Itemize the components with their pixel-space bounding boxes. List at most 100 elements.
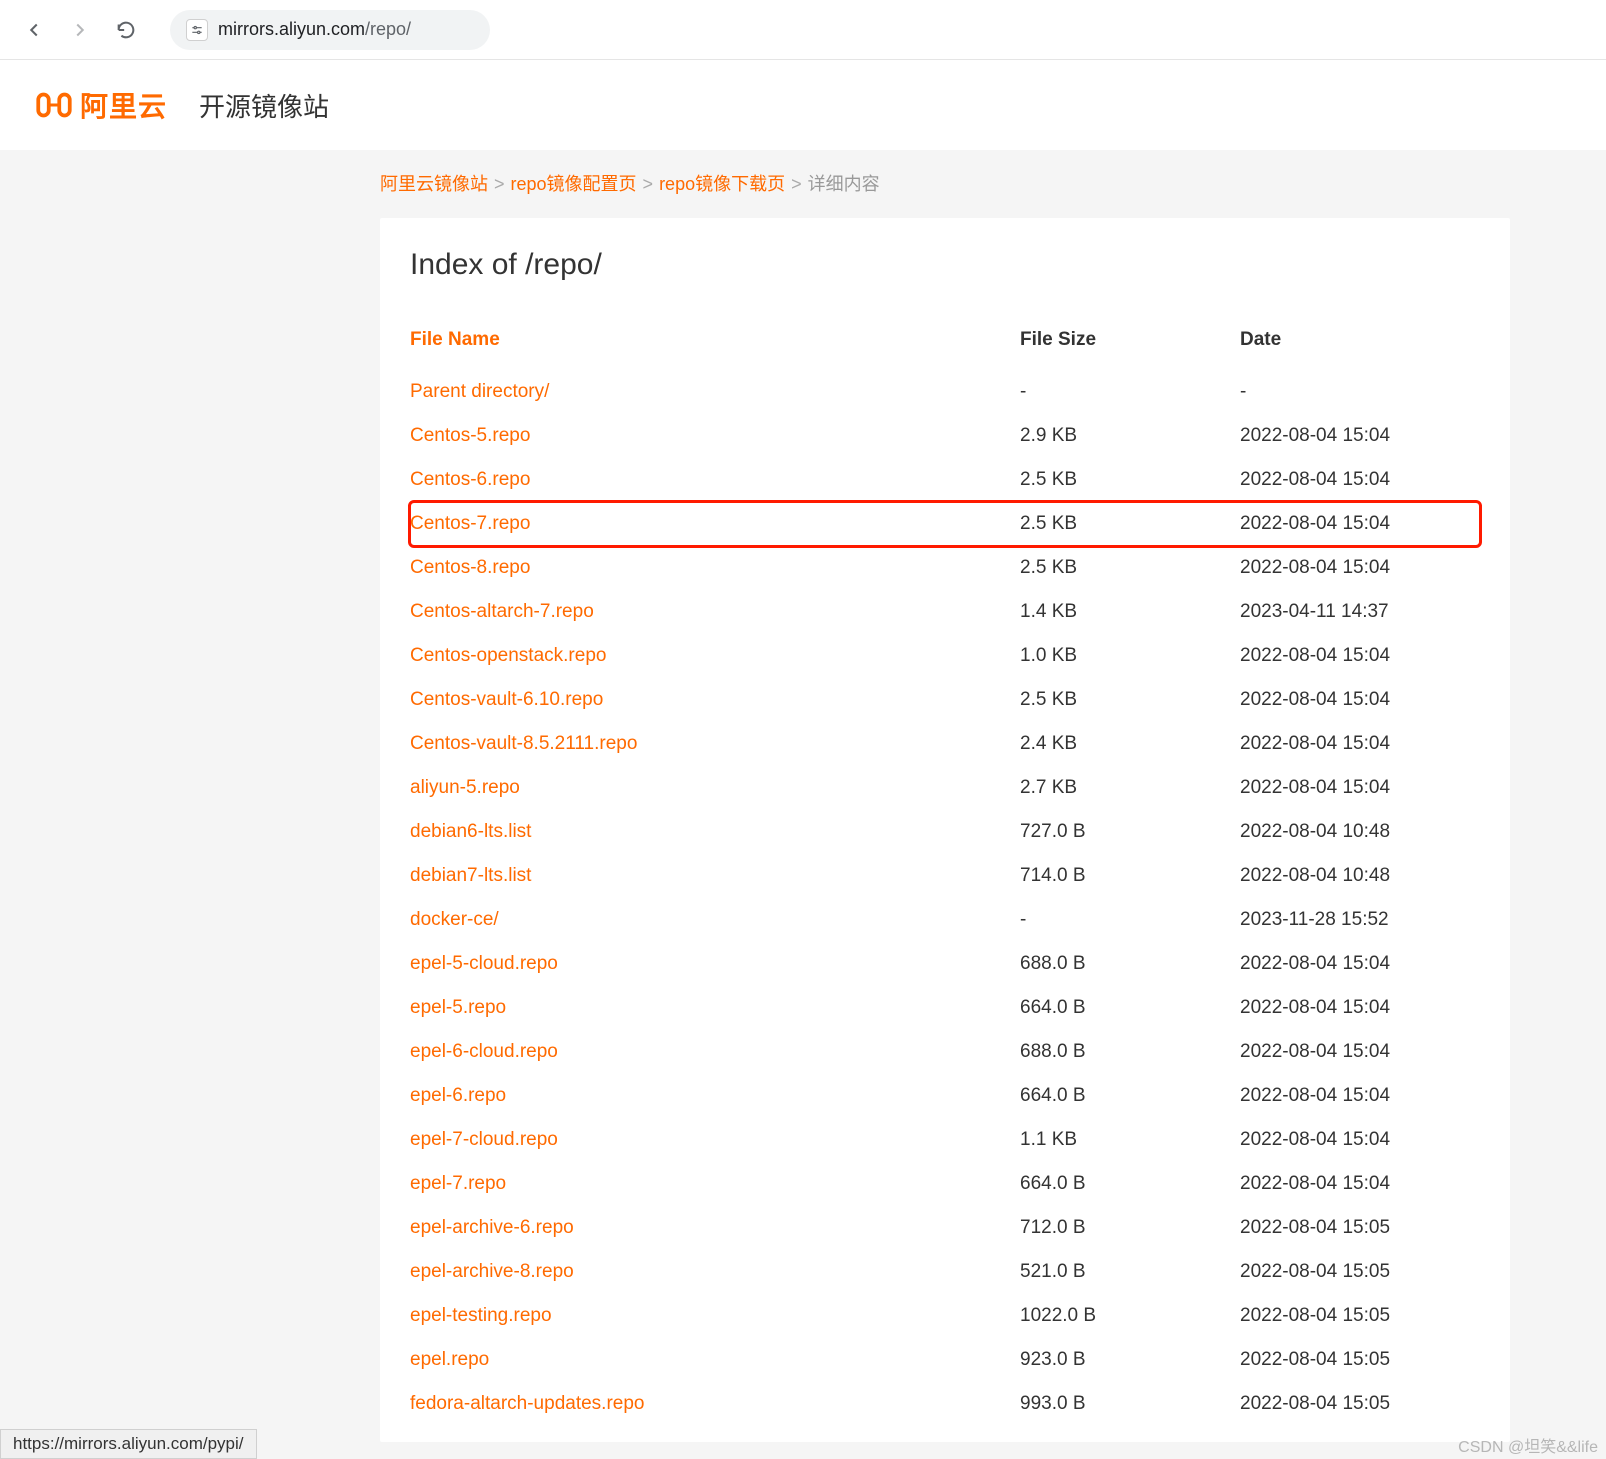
file-size: 2.4 KB (1020, 733, 1240, 755)
file-name-link[interactable]: Centos-7.repo (410, 513, 1020, 535)
table-row: Centos-5.repo2.9 KB2022-08-04 15:04 (410, 414, 1480, 458)
file-size: 2.9 KB (1020, 425, 1240, 447)
breadcrumb-item[interactable]: repo镜像下载页 (659, 174, 785, 194)
table-row: aliyun-5.repo2.7 KB2022-08-04 15:04 (410, 766, 1480, 810)
file-name-link[interactable]: epel-7-cloud.repo (410, 1129, 1020, 1151)
file-date: 2022-08-04 15:05 (1240, 1261, 1480, 1283)
file-date: 2022-08-04 15:04 (1240, 777, 1480, 799)
file-name-link[interactable]: epel.repo (410, 1349, 1020, 1371)
file-name-link[interactable]: epel-testing.repo (410, 1305, 1020, 1327)
forward-button[interactable] (66, 16, 94, 44)
address-bar[interactable]: mirrors.aliyun.com/repo/ (170, 10, 490, 50)
file-date: 2022-08-04 15:04 (1240, 733, 1480, 755)
file-date: 2022-08-04 15:04 (1240, 425, 1480, 447)
file-name-link[interactable]: Centos-openstack.repo (410, 645, 1020, 667)
file-date: 2022-08-04 15:04 (1240, 1085, 1480, 1107)
table-row: docker-ce/-2023-11-28 15:52 (410, 898, 1480, 942)
table-row: epel-5-cloud.repo688.0 B2022-08-04 15:04 (410, 942, 1480, 986)
listing-header: File Name File Size Date (410, 318, 1480, 362)
file-size: 2.5 KB (1020, 689, 1240, 711)
table-row: epel-archive-6.repo712.0 B2022-08-04 15:… (410, 1206, 1480, 1250)
file-name-link[interactable]: debian6-lts.list (410, 821, 1020, 843)
file-date: 2022-08-04 10:48 (1240, 865, 1480, 887)
file-date: 2022-08-04 15:05 (1240, 1349, 1480, 1371)
file-name-link[interactable]: Centos-6.repo (410, 469, 1020, 491)
col-date: Date (1240, 329, 1480, 351)
file-size: 1.0 KB (1020, 645, 1240, 667)
table-row: debian7-lts.list714.0 B2022-08-04 10:48 (410, 854, 1480, 898)
file-size: 712.0 B (1020, 1217, 1240, 1239)
file-date: 2022-08-04 10:48 (1240, 821, 1480, 843)
file-size: 714.0 B (1020, 865, 1240, 887)
file-name-link[interactable]: Centos-8.repo (410, 557, 1020, 579)
file-size: 1022.0 B (1020, 1305, 1240, 1327)
page-title: Index of /repo/ (410, 248, 1480, 282)
table-row: epel-7.repo664.0 B2022-08-04 15:04 (410, 1162, 1480, 1206)
table-row: epel-5.repo664.0 B2022-08-04 15:04 (410, 986, 1480, 1030)
table-row: debian6-lts.list727.0 B2022-08-04 10:48 (410, 810, 1480, 854)
file-date: 2022-08-04 15:05 (1240, 1393, 1480, 1415)
file-name-link[interactable]: epel-7.repo (410, 1173, 1020, 1195)
file-name-link[interactable]: Centos-altarch-7.repo (410, 601, 1020, 623)
status-bar: https://mirrors.aliyun.com/pypi/ (0, 1429, 257, 1459)
file-date: 2023-11-28 15:52 (1240, 909, 1480, 931)
url-text: mirrors.aliyun.com/repo/ (218, 19, 411, 40)
file-name-link[interactable]: epel-6-cloud.repo (410, 1041, 1020, 1063)
file-name-link[interactable]: epel-5-cloud.repo (410, 953, 1020, 975)
file-size: 521.0 B (1020, 1261, 1240, 1283)
directory-listing-card: Index of /repo/ File Name File Size Date… (380, 218, 1510, 1442)
back-button[interactable] (20, 16, 48, 44)
file-size: 2.7 KB (1020, 777, 1240, 799)
file-name-link[interactable]: docker-ce/ (410, 909, 1020, 931)
table-row: Centos-vault-8.5.2111.repo2.4 KB2022-08-… (410, 722, 1480, 766)
table-row: epel-testing.repo1022.0 B2022-08-04 15:0… (410, 1294, 1480, 1338)
file-size: 2.5 KB (1020, 513, 1240, 535)
file-listing: File Name File Size Date Parent director… (410, 318, 1480, 1426)
file-size: - (1020, 381, 1240, 403)
file-size: 688.0 B (1020, 1041, 1240, 1063)
file-name-link[interactable]: Centos-5.repo (410, 425, 1020, 447)
col-name: File Name (410, 329, 1020, 351)
file-name-link[interactable]: epel-archive-8.repo (410, 1261, 1020, 1283)
file-name-link[interactable]: fedora-altarch-updates.repo (410, 1393, 1020, 1415)
file-date: 2022-08-04 15:05 (1240, 1217, 1480, 1239)
file-name-link[interactable]: debian7-lts.list (410, 865, 1020, 887)
aliyun-logo-icon (36, 87, 72, 123)
file-date: 2022-08-04 15:04 (1240, 557, 1480, 579)
file-name-link[interactable]: Parent directory/ (410, 381, 1020, 403)
file-size: 664.0 B (1020, 1173, 1240, 1195)
file-name-link[interactable]: epel-archive-6.repo (410, 1217, 1020, 1239)
table-row: epel.repo923.0 B2022-08-04 15:05 (410, 1338, 1480, 1382)
file-date: 2022-08-04 15:04 (1240, 1173, 1480, 1195)
file-date: 2022-08-04 15:04 (1240, 513, 1480, 535)
file-name-link[interactable]: aliyun-5.repo (410, 777, 1020, 799)
site-settings-icon[interactable] (186, 19, 208, 41)
breadcrumb: 阿里云镜像站>repo镜像配置页>repo镜像下载页>详细内容 (0, 150, 1606, 196)
site-header: 阿里云 开源镜像站 (0, 60, 1606, 150)
file-size: - (1020, 909, 1240, 931)
file-date: 2023-04-11 14:37 (1240, 601, 1480, 623)
breadcrumb-separator: > (494, 174, 505, 194)
file-name-link[interactable]: epel-5.repo (410, 997, 1020, 1019)
table-row: Parent directory/-- (410, 370, 1480, 414)
table-row: Centos-6.repo2.5 KB2022-08-04 15:04 (410, 458, 1480, 502)
breadcrumb-item[interactable]: 阿里云镜像站 (380, 174, 488, 194)
file-date: 2022-08-04 15:04 (1240, 645, 1480, 667)
file-size: 664.0 B (1020, 997, 1240, 1019)
file-size: 923.0 B (1020, 1349, 1240, 1371)
file-name-link[interactable]: Centos-vault-6.10.repo (410, 689, 1020, 711)
breadcrumb-item[interactable]: repo镜像配置页 (511, 174, 637, 194)
file-size: 688.0 B (1020, 953, 1240, 975)
file-size: 1.4 KB (1020, 601, 1240, 623)
file-date: 2022-08-04 15:04 (1240, 689, 1480, 711)
file-date: 2022-08-04 15:05 (1240, 1305, 1480, 1327)
file-name-link[interactable]: Centos-vault-8.5.2111.repo (410, 733, 1020, 755)
file-size: 1.1 KB (1020, 1129, 1240, 1151)
reload-button[interactable] (112, 16, 140, 44)
brand-logo[interactable]: 阿里云 (36, 85, 167, 125)
table-row: Centos-vault-6.10.repo2.5 KB2022-08-04 1… (410, 678, 1480, 722)
table-row: Centos-7.repo2.5 KB2022-08-04 15:04 (410, 502, 1480, 546)
file-size: 2.5 KB (1020, 469, 1240, 491)
file-name-link[interactable]: epel-6.repo (410, 1085, 1020, 1107)
file-date: - (1240, 381, 1480, 403)
